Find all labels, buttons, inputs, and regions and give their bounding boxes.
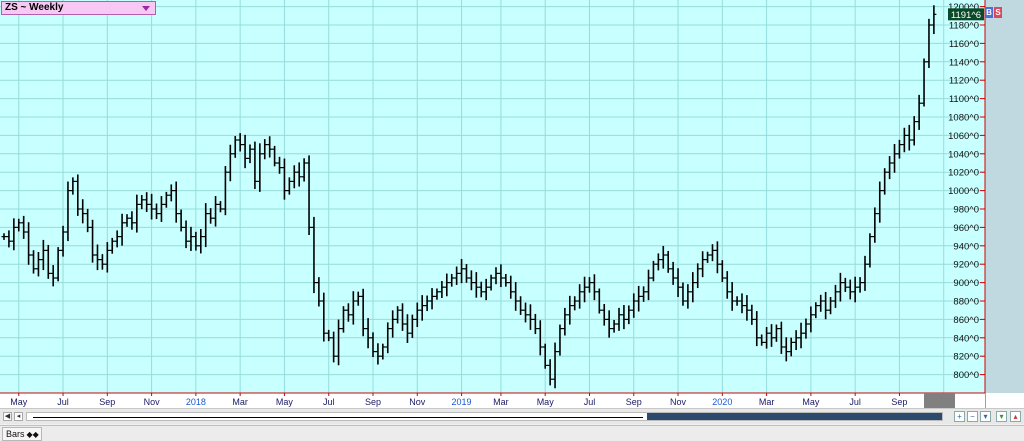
scrollbar-track[interactable]	[26, 412, 943, 421]
scroll-position-line	[33, 417, 643, 418]
x-axis-tick-label: May	[537, 397, 555, 407]
fit-icon[interactable]: ▾	[996, 411, 1007, 422]
y-axis-tick-label: 1120^0	[949, 76, 979, 87]
x-axis-tick-label: Sep	[626, 397, 642, 407]
x-axis-tick-label: May	[802, 397, 820, 407]
scrollbar-thumb[interactable]	[647, 413, 942, 420]
chevron-down-icon[interactable]	[142, 6, 150, 11]
chart-window: 800^0 820^0 840^0 860^0 880^0 900^0 920^0 940^0…	[0, 0, 1024, 441]
x-axis-tick-label: 2019	[452, 397, 472, 407]
x-axis-tick-label: Mar	[759, 397, 775, 407]
y-axis-tick-label: 1020^0	[948, 168, 979, 179]
y-axis-tick-label: 1180^0	[949, 21, 979, 32]
x-axis-tick-label: Mar	[232, 397, 248, 407]
sell-button[interactable]: S	[994, 7, 1002, 18]
y-axis-tick-label: 940^0	[953, 241, 979, 252]
y-axis-tick-label: 820^0	[953, 352, 979, 363]
y-axis-tick-label: 840^0	[953, 333, 979, 344]
expand-icon[interactable]: ▴	[1010, 411, 1021, 422]
plot-frame: 800^0 820^0 840^0 860^0 880^0 900^0 920^0 940^0…	[0, 0, 1024, 410]
price-axis-panel	[985, 0, 1024, 393]
last-price-label: 1191^6	[951, 10, 981, 21]
x-axis-tick-label: Sep	[99, 397, 115, 407]
double-diamond-icon: ◆◆	[26, 430, 39, 439]
x-axis-tick-label: Jul	[57, 397, 69, 407]
symbol-label: ZS ~ Weekly	[5, 2, 64, 13]
price-chart[interactable]: 800^0 820^0 840^0 860^0 880^0 900^0 920^0 940^0…	[0, 0, 1024, 410]
y-axis-tick-label: 900^0	[953, 278, 979, 289]
tab-bars-label: Bars	[6, 429, 25, 439]
y-axis-tick-label: 920^0	[953, 260, 979, 271]
symbol-dropdown[interactable]: ZS ~ Weekly	[1, 1, 156, 15]
x-axis-tick-label: Nov	[409, 397, 426, 407]
x-axis-tick-label: May	[10, 397, 28, 407]
tab-bars[interactable]: Bars ◆◆	[2, 427, 42, 441]
y-axis-tick-label: 1060^0	[948, 131, 979, 142]
y-axis-tick-label: 1100^0	[949, 94, 979, 105]
x-axis-tick-label: Nov	[670, 397, 687, 407]
y-axis-tick-label: 800^0	[953, 370, 979, 381]
plot-background	[0, 0, 985, 393]
x-axis-tick-label: Jul	[849, 397, 861, 407]
y-axis-tick-label: 860^0	[953, 315, 979, 326]
bottom-tab-bar: Bars ◆◆	[0, 425, 1024, 441]
x-axis-tick-label: Sep	[365, 397, 381, 407]
x-axis-tick-label: May	[276, 397, 294, 407]
x-axis-tick-label: Jul	[323, 397, 335, 407]
y-axis-tick-label: 1040^0	[948, 149, 979, 160]
x-axis-tick-label: Jul	[584, 397, 596, 407]
x-axis-tick-label: Sep	[891, 397, 907, 407]
scroll-left-icon[interactable]: ◂	[14, 412, 23, 421]
horizontal-scroll-row: ◀ ◂ + − ▾ ▾ ▴	[0, 408, 1024, 424]
scroll-start-icon[interactable]: ◀	[3, 412, 12, 421]
x-axis-tick-label: 2018	[186, 397, 206, 407]
y-axis-tick-label: 1140^0	[949, 57, 979, 68]
zoom-out-icon[interactable]: −	[967, 411, 978, 422]
scroll-down-icon[interactable]: ▾	[980, 411, 991, 422]
y-axis-tick-label: 1000^0	[948, 186, 979, 197]
x-axis-tick-label: Mar	[493, 397, 509, 407]
x-axis-tick-label: 2020	[712, 397, 732, 407]
y-axis-tick-label: 880^0	[953, 297, 979, 308]
x-axis-tick-label: Nov	[144, 397, 161, 407]
y-axis-tick-label: 1080^0	[948, 113, 979, 124]
y-axis-tick-label: 980^0	[953, 205, 979, 216]
y-axis-tick-label: 1160^0	[949, 39, 979, 50]
zoom-in-icon[interactable]: +	[954, 411, 965, 422]
buy-button[interactable]: B	[985, 7, 993, 18]
y-axis-tick-label: 960^0	[953, 223, 979, 234]
